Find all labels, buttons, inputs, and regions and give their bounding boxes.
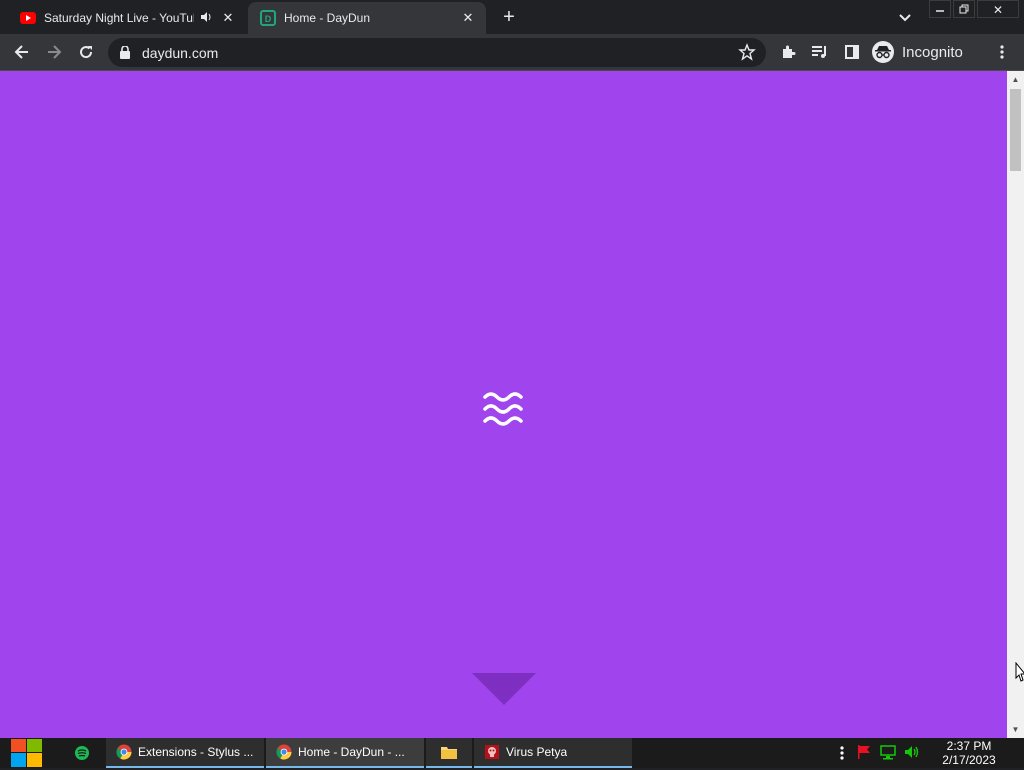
taskbar-app-label: Home - DayDun - ...: [298, 745, 405, 759]
clock-date: 2/17/2023: [942, 753, 996, 767]
extensions-icon[interactable]: [776, 40, 800, 64]
tab-strip: Saturday Night Live - YouTube ✕ D Home -…: [0, 0, 1024, 34]
address-bar[interactable]: daydun.com: [108, 38, 766, 67]
system-tray: [836, 738, 922, 768]
side-panel-icon[interactable]: [840, 40, 864, 64]
tab-search-icon[interactable]: [895, 7, 915, 27]
new-tab-button[interactable]: +: [498, 6, 520, 28]
waves-icon: [481, 387, 525, 431]
taskbar-app-daydun[interactable]: Home - DayDun - ...: [266, 738, 424, 768]
menu-kebab-icon[interactable]: [990, 40, 1014, 64]
skull-icon: [484, 744, 500, 760]
youtube-icon: [20, 10, 36, 26]
tab-close-icon[interactable]: ✕: [218, 8, 238, 28]
page-viewport: [0, 71, 1007, 738]
url-text: daydun.com: [142, 44, 219, 61]
tab-close-icon[interactable]: ✕: [458, 8, 478, 28]
scroll-down-arrow-icon[interactable]: ▼: [1011, 725, 1020, 734]
scroll-up-arrow-icon[interactable]: ▲: [1011, 75, 1020, 84]
close-window-button[interactable]: ✕: [977, 0, 1019, 18]
network-icon[interactable]: [880, 744, 898, 763]
taskbar-app-virus-petya[interactable]: Virus Petya: [474, 738, 632, 768]
taskbar-app-pinned[interactable]: [64, 738, 100, 768]
incognito-label: Incognito: [902, 43, 963, 61]
chrome-icon: [276, 744, 292, 760]
tab-title: Home - DayDun: [284, 11, 371, 25]
chat-app-icon: [74, 745, 90, 761]
file-explorer-icon: [441, 744, 457, 760]
page-scrollbar[interactable]: ▲ ▼: [1007, 71, 1024, 738]
tray-overflow-icon[interactable]: [836, 745, 848, 761]
taskbar-clock[interactable]: 2:37 PM 2/17/2023: [934, 739, 1004, 767]
taskbar-app-label: Virus Petya: [506, 745, 568, 759]
restore-button[interactable]: [953, 0, 975, 18]
lock-icon[interactable]: [120, 46, 132, 60]
tab-daydun[interactable]: D Home - DayDun ✕: [248, 2, 486, 34]
start-button[interactable]: [10, 739, 44, 767]
back-icon[interactable]: [10, 40, 34, 64]
scrollbar-thumb[interactable]: [1010, 89, 1021, 171]
taskbar-app-extensions[interactable]: Extensions - Stylus ...: [106, 738, 264, 768]
action-center-flag-icon[interactable]: [856, 744, 874, 763]
mouse-cursor-icon: [1015, 661, 1024, 682]
chrome-icon: [116, 744, 132, 760]
volume-icon[interactable]: [904, 744, 922, 763]
minimize-button[interactable]: [929, 0, 951, 18]
taskbar-app-label: Extensions - Stylus ...: [138, 745, 254, 759]
tab-youtube[interactable]: Saturday Night Live - YouTube ✕: [8, 2, 246, 34]
down-arrow-icon[interactable]: [472, 673, 536, 707]
clock-time: 2:37 PM: [946, 739, 992, 753]
browser-toolbar: daydun.com Incognito: [0, 34, 1024, 71]
forward-icon[interactable]: [42, 40, 66, 64]
svg-text:D: D: [265, 14, 272, 24]
incognito-icon: [872, 41, 894, 63]
windows-taskbar: Extensions - Stylus ... Home - DayDun - …: [0, 738, 1024, 768]
tab-title: Saturday Night Live - YouTube: [44, 11, 194, 25]
reload-icon[interactable]: [74, 40, 98, 64]
incognito-profile-button[interactable]: Incognito: [872, 38, 963, 66]
daydun-icon: D: [260, 10, 276, 26]
speaker-icon[interactable]: [200, 11, 212, 26]
bookmark-star-icon[interactable]: [738, 43, 756, 64]
taskbar-app-file-explorer[interactable]: [426, 738, 472, 768]
media-control-icon[interactable]: [808, 40, 832, 64]
